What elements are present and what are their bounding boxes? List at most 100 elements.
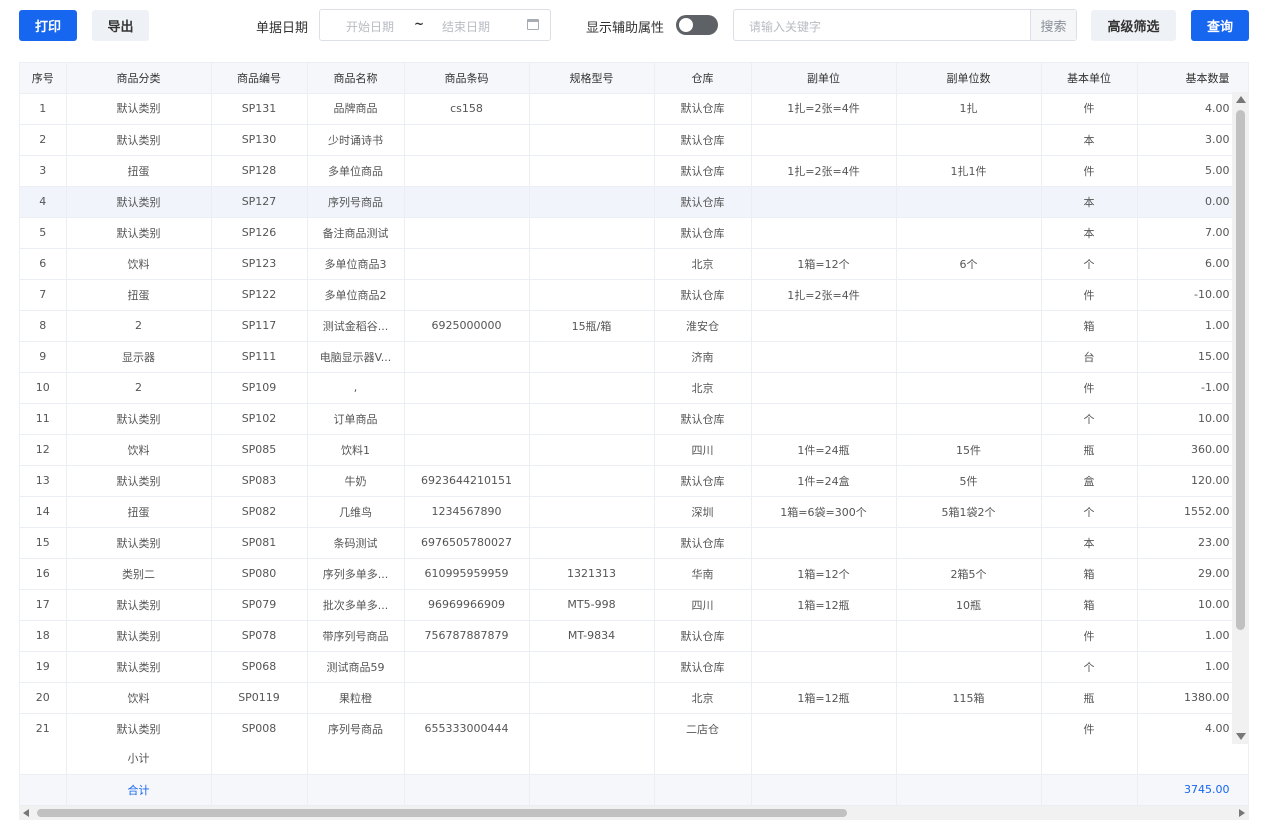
table-cell: 件	[1041, 372, 1138, 404]
table-cell: 扭蛋	[66, 496, 212, 528]
table-cell	[896, 620, 1042, 652]
table-row[interactable]: 4 默认类别 SP127 序列号商品 默认仓库 本 0.00	[20, 186, 1235, 218]
date-range-picker[interactable]: 开始日期 ~ 结束日期	[319, 9, 551, 41]
scroll-down-icon[interactable]	[1236, 733, 1246, 740]
table-row[interactable]: 5 默认类别 SP126 备注商品测试 默认仓库 本 7.00	[20, 217, 1235, 249]
table-row[interactable]: 1 默认类别 SP131 品牌商品 cs158 默认仓库 1扎=2张=4件 1扎件 4.00	[20, 93, 1235, 125]
table-cell: 默认类别	[66, 527, 212, 559]
scroll-right-icon[interactable]	[1239, 809, 1245, 817]
scroll-left-icon[interactable]	[23, 809, 29, 817]
advanced-filter-button[interactable]: 高级筛选	[1091, 10, 1176, 41]
table-cell	[529, 217, 655, 249]
table-cell: 1箱=12个	[751, 558, 897, 590]
table-row[interactable]: 6 饮料 SP123 多单位商品3 北京 1箱=12个 6个个 6.00	[20, 248, 1235, 280]
table-cell: 默认仓库	[654, 465, 752, 497]
table-cell: 3.00	[1137, 124, 1235, 156]
table-cell: 18	[20, 620, 67, 652]
table-cell	[751, 403, 897, 435]
keyword-input[interactable]: 请输入关键字	[749, 18, 821, 35]
column-header[interactable]: 规格型号	[529, 63, 655, 94]
table-cell	[404, 434, 530, 466]
table-cell: 订单商品	[307, 403, 405, 435]
table-row[interactable]: 7 扭蛋 SP122 多单位商品2 默认仓库 1扎=2张=4件 件 -10.00	[20, 279, 1235, 311]
aux-toggle-switch[interactable]	[676, 15, 718, 35]
table-cell: 13	[20, 465, 67, 497]
calendar-icon[interactable]	[527, 19, 539, 30]
table-cell: 件	[1041, 279, 1138, 311]
table-cell: 1扎=2张=4件	[751, 155, 897, 187]
table-cell: 默认仓库	[654, 403, 752, 435]
table-row[interactable]: 21 默认类别 SP008 序列号商品 655333000444 二店仓 件 4.00	[20, 713, 1235, 743]
table-cell	[529, 434, 655, 466]
table-cell: 15件	[896, 434, 1042, 466]
table-cell: 2	[66, 310, 212, 342]
table-cell: 默认仓库	[654, 217, 752, 249]
export-button[interactable]: 导出	[92, 10, 149, 41]
table-cell: 本	[1041, 527, 1138, 559]
search-button[interactable]: 搜索	[1030, 10, 1076, 40]
table-cell	[896, 310, 1042, 342]
start-date-input[interactable]: 开始日期	[346, 18, 394, 35]
table-cell: -1.00	[1137, 372, 1235, 404]
column-header[interactable]: 商品编号	[211, 63, 308, 94]
table-row[interactable]: 2 默认类别 SP130 少时诵诗书 默认仓库 本 3.00	[20, 124, 1235, 156]
table-row[interactable]: 20 饮料 SP0119 果粒橙 北京 1箱=12瓶 115箱瓶 1380.00	[20, 682, 1235, 714]
table-cell: SP128	[211, 155, 308, 187]
table-row[interactable]: 17 默认类别 SP079 批次多单多... 96969966909 MT5-998 四川 1…	[20, 589, 1235, 621]
table-cell: 件	[1041, 155, 1138, 187]
table-cell: 10	[20, 372, 67, 404]
print-button[interactable]: 打印	[19, 10, 77, 41]
horizontal-scrollbar[interactable]	[19, 806, 1249, 820]
table-row[interactable]: 9 显示器 SP111 电脑显示器V... 济南 台 15.00	[20, 341, 1235, 373]
table-cell: SP085	[211, 434, 308, 466]
column-header[interactable]: 商品名称	[307, 63, 405, 94]
table-cell	[896, 527, 1042, 559]
table-row[interactable]: 12 饮料 SP085 饮料1 四川 1件=24瓶 15件瓶 360.00	[20, 434, 1235, 466]
table-cell: 饮料	[66, 682, 212, 714]
column-header[interactable]: 基本单位	[1041, 63, 1138, 94]
table-row[interactable]: 16 类别二 SP080 序列多单多... 610995959959 1321313 华南 1…	[20, 558, 1235, 590]
query-button[interactable]: 查询	[1191, 10, 1249, 41]
table-cell: 6个	[896, 248, 1042, 280]
table-cell: SP083	[211, 465, 308, 497]
column-header[interactable]: 仓库	[654, 63, 752, 94]
table-row[interactable]: 19 默认类别 SP068 测试商品59 默认仓库 个 1.00	[20, 651, 1235, 683]
vertical-scroll-thumb[interactable]	[1236, 110, 1245, 630]
table-row[interactable]: 18 默认类别 SP078 带序列号商品 756787887879 MT-9834 默认仓库…	[20, 620, 1235, 652]
table-row[interactable]: 8 2 SP117 测试金稻谷... 6925000000 15瓶/箱 淮安仓 箱 1.00	[20, 310, 1235, 342]
end-date-input[interactable]: 结束日期	[442, 18, 490, 35]
table-cell: cs158	[404, 93, 530, 125]
column-header[interactable]: 序号	[20, 63, 67, 94]
column-header[interactable]: 副单位数	[896, 63, 1042, 94]
column-header[interactable]: 基本数量	[1137, 63, 1248, 94]
table-row[interactable]: 15 默认类别 SP081 条码测试 6976505780027 默认仓库 本 23.00	[20, 527, 1235, 559]
column-header[interactable]: 商品条码	[404, 63, 530, 94]
table-cell	[751, 527, 897, 559]
table-cell: 品牌商品	[307, 93, 405, 125]
table-cell	[529, 279, 655, 311]
vertical-scrollbar[interactable]	[1232, 92, 1249, 744]
column-header[interactable]: 商品分类	[66, 63, 212, 94]
grid-body[interactable]: 1 默认类别 SP131 品牌商品 cs158 默认仓库 1扎=2张=4件 1扎件 4.00 2 默…	[20, 93, 1235, 743]
table-cell: 饮料1	[307, 434, 405, 466]
table-cell	[529, 341, 655, 373]
table-cell: 655333000444	[404, 713, 530, 743]
scroll-up-icon[interactable]	[1236, 96, 1246, 103]
grid-footer: 小计 合计 3745.00	[20, 743, 1248, 805]
table-cell: SP109	[211, 372, 308, 404]
table-cell: 1扎=2张=4件	[751, 93, 897, 125]
table-cell: SP122	[211, 279, 308, 311]
table-cell: 5箱1袋2个	[896, 496, 1042, 528]
horizontal-scroll-thumb[interactable]	[37, 809, 847, 817]
table-row[interactable]: 14 扭蛋 SP082 几维鸟 1234567890 深圳 1箱=6袋=300个 5箱1袋2个…	[20, 496, 1235, 528]
table-cell	[404, 403, 530, 435]
table-cell	[529, 186, 655, 218]
table-row[interactable]: 3 扭蛋 SP128 多单位商品 默认仓库 1扎=2张=4件 1扎1件件 5.00	[20, 155, 1235, 187]
table-cell: 1箱=12瓶	[751, 589, 897, 621]
table-cell	[529, 651, 655, 683]
table-row[interactable]: 13 默认类别 SP083 牛奶 6923644210151 默认仓库 1件=24盒 5件盒 1…	[20, 465, 1235, 497]
table-cell: 5件	[896, 465, 1042, 497]
table-row[interactable]: 10 2 SP109, 北京 件 -1.00	[20, 372, 1235, 404]
table-row[interactable]: 11 默认类别 SP102 订单商品 默认仓库 个 10.00	[20, 403, 1235, 435]
column-header[interactable]: 副单位	[751, 63, 897, 94]
